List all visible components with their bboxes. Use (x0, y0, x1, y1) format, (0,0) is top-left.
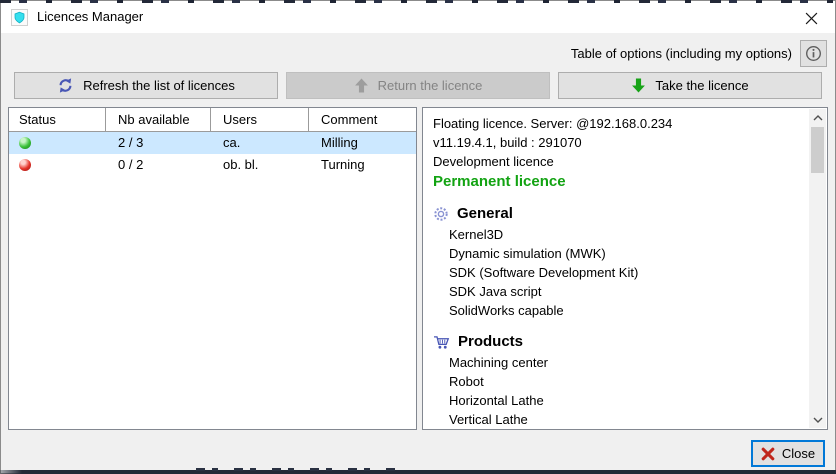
desktop-artifact-bottom-text (196, 468, 396, 471)
column-header-users[interactable]: Users (211, 108, 309, 131)
info-button[interactable] (800, 40, 827, 67)
scroll-down-icon[interactable] (809, 411, 826, 428)
section-products: Products Machining center Robot Horizont… (433, 331, 805, 428)
title-bar: Licences Manager (1, 1, 835, 33)
feature-item: Kernel3D (433, 225, 805, 244)
section-title-products: Products (458, 331, 523, 353)
feature-item: Dynamic simulation (MWK) (433, 244, 805, 263)
refresh-licences-button[interactable]: Refresh the list of licences (14, 72, 278, 99)
feature-item: SolidWorks capable (433, 301, 805, 320)
close-button[interactable]: Close (751, 440, 825, 467)
section-title-general: General (457, 203, 513, 225)
server-line: Floating licence. Server: @192.168.0.234 (433, 114, 805, 133)
licence-type-line: Development licence (433, 152, 805, 171)
table-header: Status Nb available Users Comment (9, 108, 416, 132)
feature-item: SDK (Software Development Kit) (433, 263, 805, 282)
cell-nb-available: 0 / 2 (106, 154, 211, 176)
status-indicator (19, 137, 31, 149)
return-licence-button[interactable]: Return the licence (286, 72, 550, 99)
refresh-icon (57, 77, 74, 94)
version-line: v11.19.4.1, build : 291070 (433, 133, 805, 152)
arrow-up-icon (354, 78, 369, 93)
desktop-artifact-bottom (0, 470, 836, 474)
close-button-label: Close (782, 446, 815, 461)
product-item: Machining center (433, 353, 805, 372)
cell-comment: Milling (309, 132, 416, 154)
table-row[interactable]: 2 / 3 ca. Milling (9, 132, 416, 154)
cell-users: ca. (211, 132, 309, 154)
product-item: Vertical Lathe (433, 410, 805, 428)
licence-details-panel: Floating licence. Server: @192.168.0.234… (422, 107, 828, 430)
window-title: Licences Manager (37, 1, 143, 33)
cell-comment: Turning (309, 154, 416, 176)
permanent-licence-line: Permanent licence (433, 173, 805, 190)
licence-details-content: Floating licence. Server: @192.168.0.234… (424, 109, 809, 428)
close-x-icon (761, 447, 775, 461)
column-header-nb-available[interactable]: Nb available (106, 108, 211, 131)
product-item: Robot (433, 372, 805, 391)
take-button-label: Take the licence (655, 78, 748, 93)
options-caption: Table of options (including my options) (571, 46, 792, 62)
info-icon (805, 45, 822, 62)
arrow-down-icon (631, 78, 646, 93)
take-licence-button[interactable]: Take the licence (558, 72, 822, 99)
app-shield-icon (11, 9, 28, 26)
column-header-status[interactable]: Status (9, 108, 106, 131)
licences-manager-window: Licences Manager Table of options (inclu… (0, 0, 836, 474)
feature-item: SDK Java script (433, 282, 805, 301)
status-indicator (19, 159, 31, 171)
details-scrollbar[interactable] (809, 109, 826, 428)
gear-icon (433, 206, 449, 222)
window-close-icon[interactable] (793, 6, 829, 30)
licence-table: Status Nb available Users Comment 2 / 3 … (8, 107, 417, 430)
column-header-comment[interactable]: Comment (309, 108, 416, 131)
cart-icon (433, 335, 450, 350)
cell-users: ob. bl. (211, 154, 309, 176)
cell-nb-available: 2 / 3 (106, 132, 211, 154)
section-general: General Kernel3D Dynamic simulation (MWK… (433, 203, 805, 320)
scrollbar-thumb[interactable] (811, 127, 824, 173)
desktop-artifact-top (0, 0, 836, 3)
return-button-label: Return the licence (378, 78, 483, 93)
table-row[interactable]: 0 / 2 ob. bl. Turning (9, 154, 416, 176)
scroll-up-icon[interactable] (809, 109, 826, 126)
refresh-button-label: Refresh the list of licences (83, 78, 235, 93)
product-item: Horizontal Lathe (433, 391, 805, 410)
